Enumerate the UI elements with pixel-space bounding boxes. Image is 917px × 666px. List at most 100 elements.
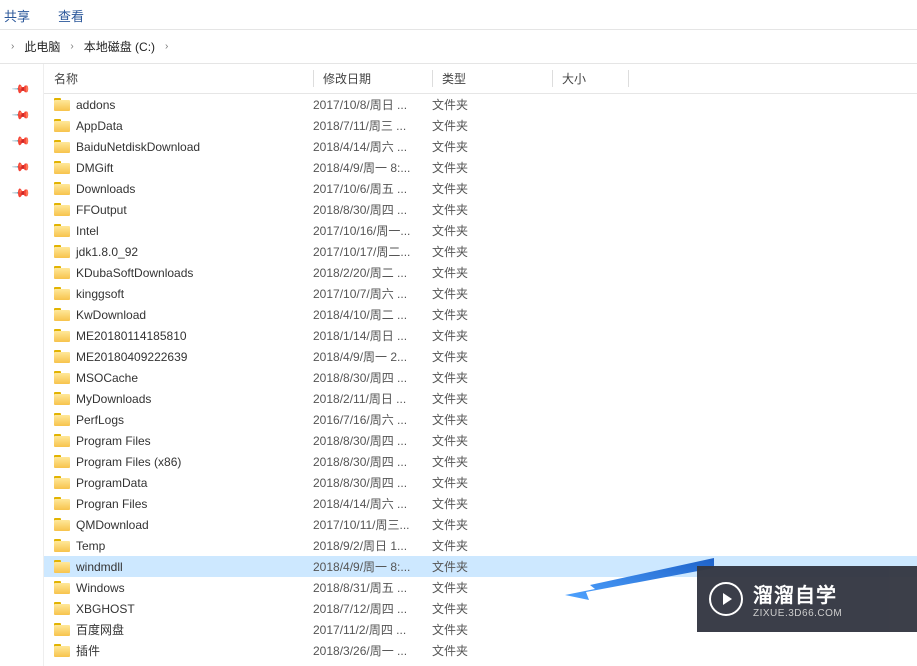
file-name: Temp [76,539,105,553]
table-row[interactable]: ProgramData2018/8/30/周四 ...文件夹 [44,472,917,493]
file-type: 文件夹 [432,201,552,218]
file-date: 2018/7/12/周四 ... [313,600,432,617]
table-row[interactable]: KDubaSoftDownloads2018/2/20/周二 ...文件夹 [44,262,917,283]
folder-icon [54,161,70,174]
folder-icon [54,581,70,594]
table-row[interactable]: Progran Files2018/4/14/周六 ...文件夹 [44,493,917,514]
table-row[interactable]: Downloads2017/10/6/周五 ...文件夹 [44,178,917,199]
file-type: 文件夹 [432,348,552,365]
table-row[interactable]: Temp2018/9/2/周日 1...文件夹 [44,535,917,556]
file-type: 文件夹 [432,222,552,239]
file-type: 文件夹 [432,285,552,302]
file-name: XBGHOST [76,602,135,616]
table-row[interactable]: Program Files (x86)2018/8/30/周四 ...文件夹 [44,451,917,472]
table-row[interactable]: Program Files2018/8/30/周四 ...文件夹 [44,430,917,451]
file-type: 文件夹 [432,579,552,596]
file-type: 文件夹 [432,390,552,407]
chevron-right-icon[interactable]: › [6,41,19,52]
file-name: MyDownloads [76,392,151,406]
chevron-right-icon[interactable]: › [160,41,173,52]
file-date: 2018/8/30/周四 ... [313,432,432,449]
file-type: 文件夹 [432,243,552,260]
menu-view[interactable]: 查看 [58,6,84,25]
folder-icon [54,560,70,573]
file-name: kinggsoft [76,287,124,301]
file-date: 2018/2/20/周二 ... [313,264,432,281]
file-type: 文件夹 [432,642,552,659]
folder-icon [54,476,70,489]
file-name: Progran Files [76,497,147,511]
menu-share[interactable]: 共享 [4,6,30,25]
file-name: KwDownload [76,308,146,322]
folder-icon [54,308,70,321]
folder-icon [54,203,70,216]
chevron-right-icon[interactable]: › [65,41,78,52]
folder-icon [54,245,70,258]
file-name: BaiduNetdiskDownload [76,140,200,154]
file-type: 文件夹 [432,264,552,281]
folder-icon [54,371,70,384]
folder-icon [54,623,70,636]
breadcrumb-this-pc[interactable]: 此电脑 [22,37,62,56]
file-date: 2018/4/9/周一 8:... [313,159,432,176]
table-row[interactable]: QMDownload2017/10/11/周三...文件夹 [44,514,917,535]
table-row[interactable]: FFOutput2018/8/30/周四 ...文件夹 [44,199,917,220]
file-name: DMGift [76,161,113,175]
file-name: QMDownload [76,518,149,532]
file-date: 2018/9/2/周日 1... [313,537,432,554]
column-header-size[interactable]: 大小 [552,70,632,87]
file-date: 2018/4/14/周六 ... [313,138,432,155]
file-type: 文件夹 [432,516,552,533]
folder-icon [54,497,70,510]
file-type: 文件夹 [432,558,552,575]
folder-icon [54,602,70,615]
table-row[interactable]: PerfLogs2016/7/16/周六 ...文件夹 [44,409,917,430]
file-name: MSOCache [76,371,138,385]
file-name: addons [76,98,115,112]
file-date: 2018/8/30/周四 ... [313,369,432,386]
table-row[interactable]: DMGift 2018/4/9/周一 8:...文件夹 [44,157,917,178]
table-row[interactable]: BaiduNetdiskDownload 2018/4/14/周六 ...文件夹 [44,136,917,157]
breadcrumb: › 此电脑 › 本地磁盘 (C:) › [0,30,917,64]
table-row[interactable]: MyDownloads2018/2/11/周日 ...文件夹 [44,388,917,409]
file-type: 文件夹 [432,159,552,176]
file-date: 2017/10/17/周二... [313,243,432,260]
file-type: 文件夹 [432,453,552,470]
file-type: 文件夹 [432,600,552,617]
table-row[interactable]: Intel2017/10/16/周一...文件夹 [44,220,917,241]
file-name: PerfLogs [76,413,124,427]
table-row[interactable]: KwDownload2018/4/10/周二 ...文件夹 [44,304,917,325]
file-name: FFOutput [76,203,127,217]
file-name: windmdll [76,560,123,574]
file-date: 2018/4/14/周六 ... [313,495,432,512]
breadcrumb-drive[interactable]: 本地磁盘 (C:) [82,37,157,56]
file-date: 2018/3/26/周一 ... [313,642,432,659]
table-row[interactable]: ME201804092226392018/4/9/周一 2...文件夹 [44,346,917,367]
column-header-type[interactable]: 类型 [432,70,552,87]
column-header-name[interactable]: 名称 [44,70,313,87]
file-date: 2018/4/10/周二 ... [313,306,432,323]
table-row[interactable]: ME201801141858102018/1/14/周日 ...文件夹 [44,325,917,346]
folder-icon [54,392,70,405]
table-row[interactable]: 插件2018/3/26/周一 ...文件夹 [44,640,917,661]
file-date: 2018/1/14/周日 ... [313,327,432,344]
file-date: 2016/7/16/周六 ... [313,411,432,428]
table-row[interactable]: AppData2018/7/11/周三 ...文件夹 [44,115,917,136]
folder-icon [54,455,70,468]
file-name: ME20180114185810 [76,329,187,343]
folder-icon [54,182,70,195]
file-name: ProgramData [76,476,147,490]
file-type: 文件夹 [432,138,552,155]
file-date: 2017/10/7/周六 ... [313,285,432,302]
folder-icon [54,329,70,342]
folder-icon [54,413,70,426]
table-row[interactable]: addons2017/10/8/周日 ...文件夹 [44,94,917,115]
column-header-date[interactable]: 修改日期 [313,70,432,87]
play-icon [709,582,743,616]
table-row[interactable]: jdk1.8.0_922017/10/17/周二...文件夹 [44,241,917,262]
folder-icon [54,350,70,363]
file-name: Downloads [76,182,135,196]
folder-icon [54,98,70,111]
table-row[interactable]: kinggsoft 2017/10/7/周六 ...文件夹 [44,283,917,304]
table-row[interactable]: MSOCache2018/8/30/周四 ...文件夹 [44,367,917,388]
